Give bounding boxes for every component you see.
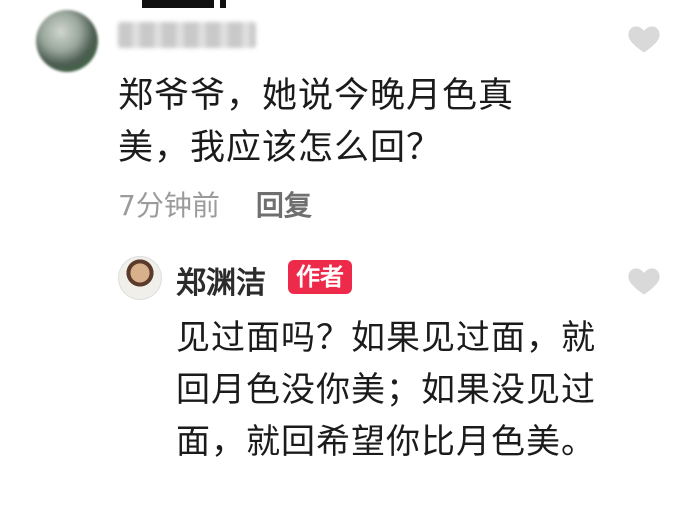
heart-icon[interactable] xyxy=(626,264,662,296)
comment-text: 郑爷爷，她说今晚月色真美，我应该怎么回？ xyxy=(118,76,515,168)
top-edge-mark xyxy=(142,0,226,8)
author-avatar[interactable] xyxy=(118,256,162,300)
timestamp: 7分钟前 xyxy=(118,189,220,222)
author-name[interactable]: 郑渊洁 xyxy=(176,258,266,302)
username-blurred[interactable] xyxy=(118,22,256,48)
reply-button[interactable]: 回复 xyxy=(256,184,312,224)
author-badge: 作者 xyxy=(288,260,352,294)
heart-icon[interactable] xyxy=(626,22,662,54)
comment-meta: 7分钟前 回复 xyxy=(118,184,312,224)
reply-text: 见过面吗？如果见过面，就回月色没你美；如果没见过面，就回希望你比月色美。 xyxy=(176,318,596,462)
avatar[interactable] xyxy=(36,10,98,72)
